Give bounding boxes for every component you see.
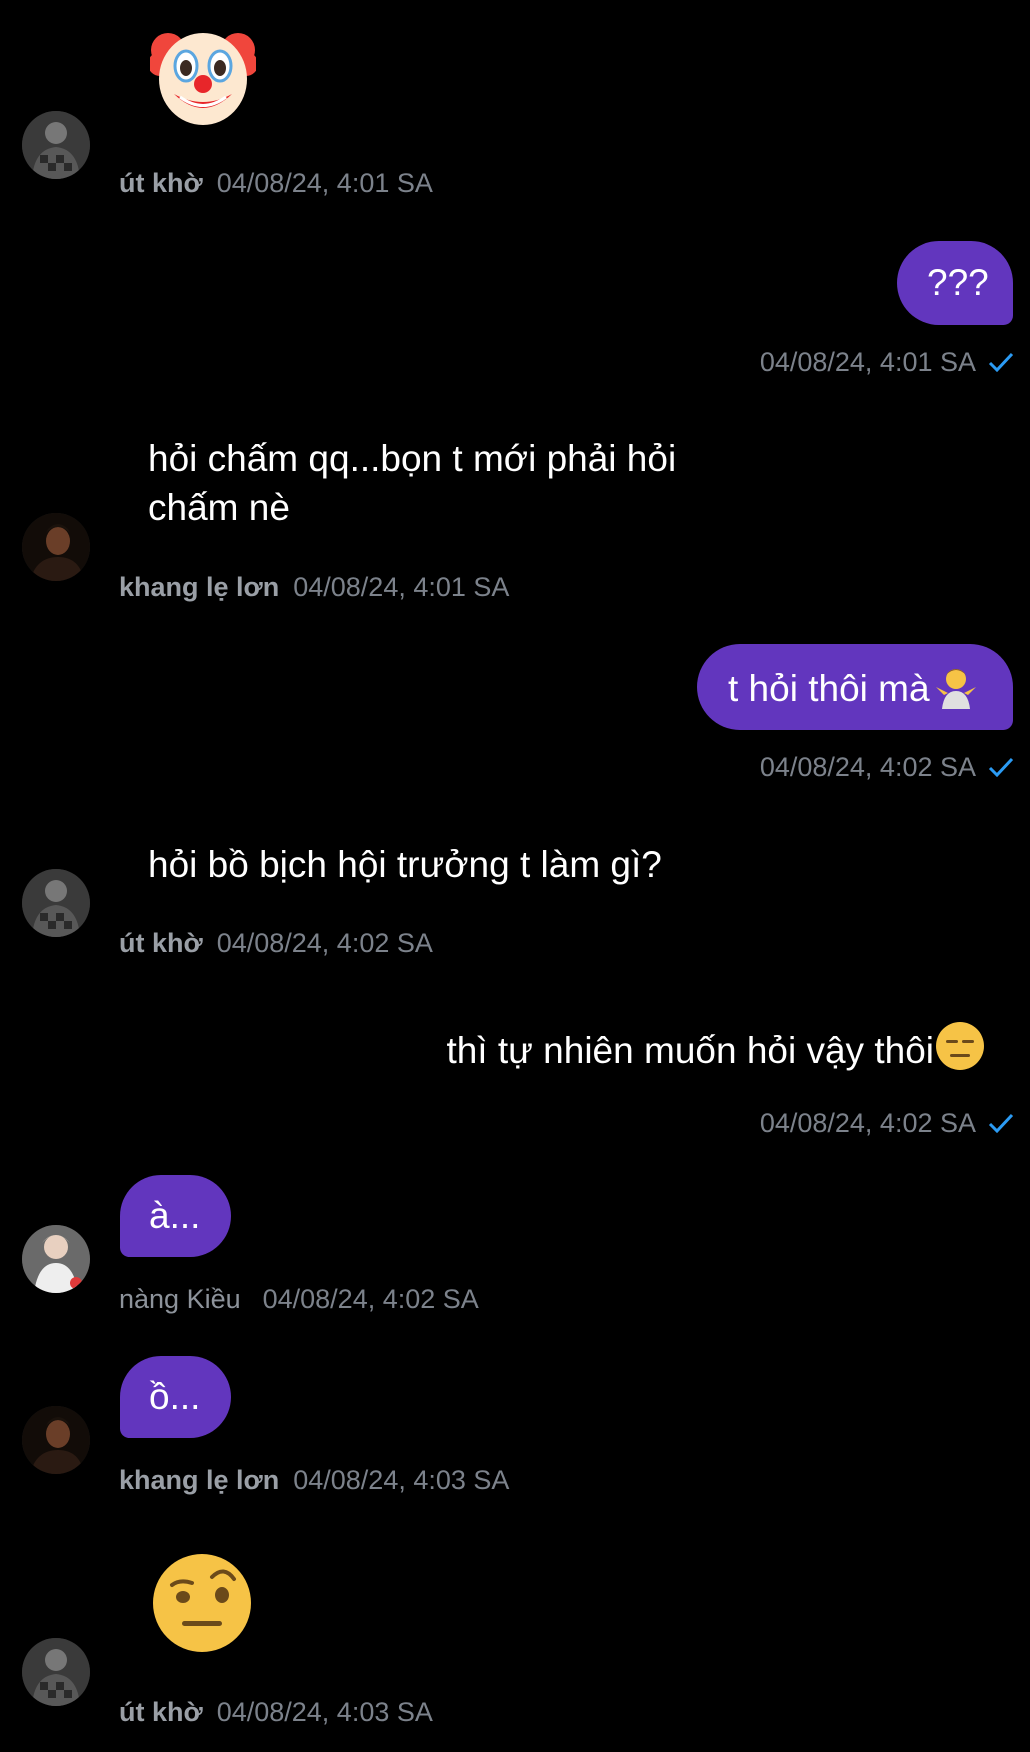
outgoing-message-bubble[interactable]: ??? — [897, 241, 1013, 325]
message-meta: 04/08/24, 4:02 SA — [760, 750, 1014, 784]
sender-name[interactable]: út khờ — [119, 928, 203, 958]
timestamp: 04/08/24, 4:02 SA — [262, 1284, 479, 1314]
outgoing-message-text[interactable]: thì tự nhiên muốn hỏi vậy thôi — [446, 1020, 986, 1084]
message-meta: khang lẹ lơn 04/08/24, 4:01 SA — [119, 570, 509, 604]
message-line: hỏi bồ bịch hội trưởng t làm gì? — [148, 844, 662, 885]
face-with-raised-eyebrow-emoji — [150, 1551, 254, 1655]
outgoing-message-bubble[interactable]: t hỏi thôi mà — [697, 644, 1013, 730]
avatar[interactable] — [22, 869, 90, 937]
incoming-message-bubble[interactable]: à... — [120, 1175, 231, 1257]
incoming-message-bubble[interactable]: ồ... — [120, 1356, 231, 1438]
sender-name[interactable]: út khờ — [119, 1697, 203, 1727]
avatar[interactable] — [22, 1225, 90, 1293]
clown-face-emoji — [148, 26, 258, 128]
read-check-icon — [988, 757, 1014, 777]
sender-name[interactable]: khang lẹ lơn — [119, 572, 279, 602]
message-meta: út khờ 04/08/24, 4:02 SA — [119, 926, 433, 960]
message-meta: 04/08/24, 4:01 SA — [760, 345, 1014, 379]
person-shrugging-emoji — [932, 665, 980, 719]
read-check-icon — [988, 352, 1014, 372]
message-meta: út khờ 04/08/24, 4:01 SA — [119, 166, 433, 200]
timestamp: 04/08/24, 4:03 SA — [293, 1465, 510, 1495]
message-meta: 04/08/24, 4:02 SA — [760, 1106, 1014, 1140]
message-meta: khang lẹ lơn 04/08/24, 4:03 SA — [119, 1463, 509, 1497]
timestamp: 04/08/24, 4:03 SA — [216, 1697, 433, 1727]
read-check-icon — [988, 1113, 1014, 1133]
message-text: thì tự nhiên muốn hỏi vậy thôi — [446, 1030, 934, 1071]
incoming-message-text[interactable]: hỏi chấm qq...bọn t mới phải hỏi chấm nè — [148, 434, 676, 532]
message-meta: nàng Kiều 04/08/24, 4:02 SA — [119, 1282, 479, 1316]
timestamp: 04/08/24, 4:01 SA — [293, 572, 510, 602]
message-line: hỏi chấm qq...bọn t mới phải hỏi — [148, 438, 677, 479]
avatar[interactable] — [22, 1638, 90, 1706]
message-text: t hỏi thôi mà — [728, 668, 930, 709]
message-text: ??? — [927, 262, 989, 303]
timestamp: 04/08/24, 4:01 SA — [216, 168, 433, 198]
expressionless-face-emoji — [934, 1020, 986, 1084]
message-meta: út khờ 04/08/24, 4:03 SA — [119, 1695, 433, 1729]
message-text: à... — [149, 1195, 201, 1236]
message-line: chấm nè — [148, 487, 290, 528]
sender-name[interactable]: khang lẹ lơn — [119, 1465, 279, 1495]
sender-name[interactable]: nàng Kiều — [119, 1284, 241, 1314]
avatar[interactable] — [22, 111, 90, 179]
timestamp: 04/08/24, 4:02 SA — [759, 752, 976, 782]
message-text: ồ... — [149, 1376, 201, 1417]
incoming-message-text[interactable]: hỏi bồ bịch hội trưởng t làm gì? — [148, 840, 662, 889]
sender-name[interactable]: út khờ — [119, 168, 203, 198]
timestamp: 04/08/24, 4:02 SA — [759, 1108, 976, 1138]
timestamp: 04/08/24, 4:01 SA — [759, 347, 976, 377]
avatar[interactable] — [22, 513, 90, 581]
avatar[interactable] — [22, 1406, 90, 1474]
timestamp: 04/08/24, 4:02 SA — [216, 928, 433, 958]
